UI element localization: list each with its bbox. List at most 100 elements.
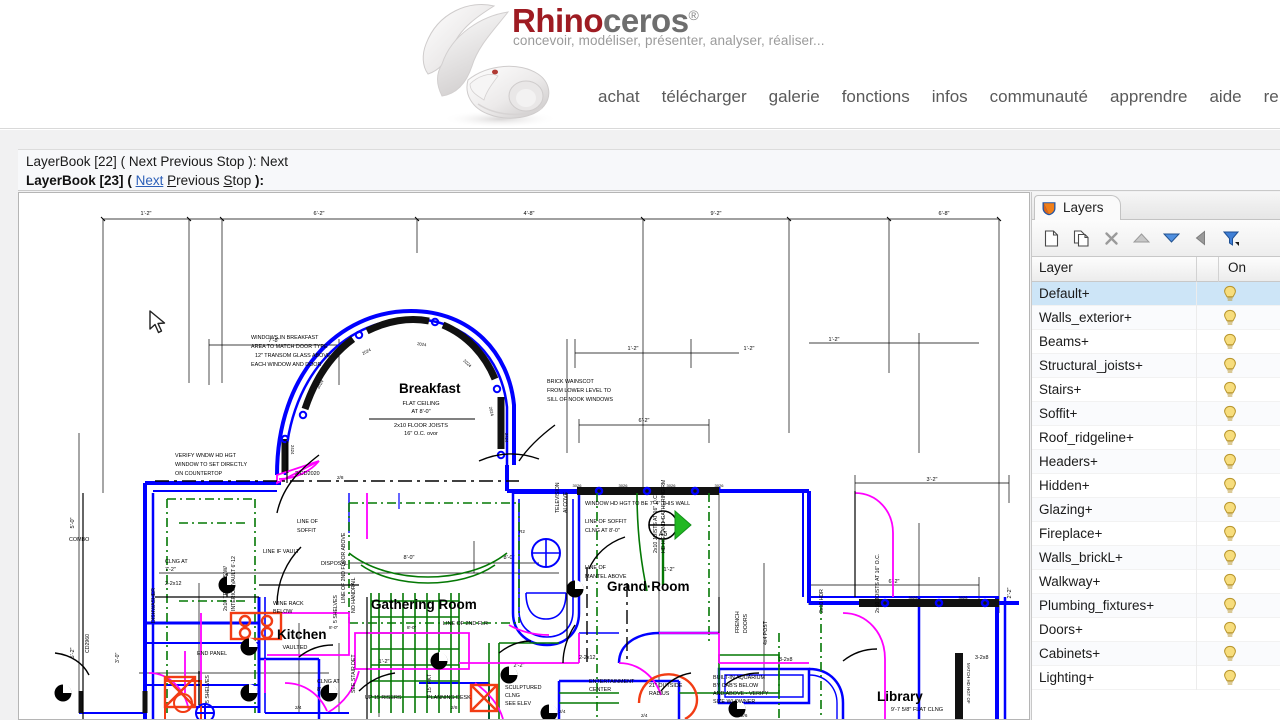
- lightbulb-icon[interactable]: [1222, 333, 1238, 351]
- layer-row-beams[interactable]: Beams+: [1032, 330, 1280, 354]
- room-label-breakfast: Breakfast: [399, 381, 461, 396]
- row-divider: [1196, 594, 1197, 618]
- svg-text:2'-2": 2'-2": [514, 663, 525, 669]
- svg-text:1'-2": 1'-2": [664, 567, 675, 573]
- lightbulb-icon[interactable]: [1222, 381, 1238, 399]
- lightbulb-icon[interactable]: [1222, 645, 1238, 663]
- layer-row-default[interactable]: Default+: [1032, 282, 1280, 306]
- prompt-option-next[interactable]: Next: [136, 173, 164, 188]
- row-divider: [1196, 474, 1197, 498]
- layer-row-walls-brickl[interactable]: Walls_brickL+: [1032, 546, 1280, 570]
- column-divider-2: [1218, 257, 1219, 282]
- svg-text:1'-2": 1'-2": [744, 346, 755, 352]
- prompt-option-previous[interactable]: Previous: [167, 173, 220, 188]
- nav-apprendre[interactable]: apprendre: [1110, 84, 1188, 110]
- new-layer-icon[interactable]: [1040, 226, 1062, 250]
- delete-layer-icon[interactable]: [1100, 226, 1122, 250]
- move-down-icon[interactable]: [1160, 226, 1182, 250]
- prompt-option-stop[interactable]: Stop: [223, 173, 251, 188]
- layer-row-walls-exterior[interactable]: Walls_exterior+: [1032, 306, 1280, 330]
- svg-text:2-2x12: 2-2x12: [165, 581, 181, 587]
- svg-text:2/6: 2/6: [741, 713, 748, 718]
- layer-name: Plumbing_fixtures+: [1039, 598, 1155, 613]
- command-area[interactable]: LayerBook [22] ( Next Previous Stop ): N…: [18, 149, 1280, 191]
- layer-row-cabinets[interactable]: Cabinets+: [1032, 642, 1280, 666]
- site-navigation: achat télécharger galerie fonctions info…: [598, 84, 1279, 110]
- svg-text:6'-2": 6'-2": [889, 579, 900, 585]
- layer-row-glazing[interactable]: Glazing+: [1032, 498, 1280, 522]
- svg-text:2-CD2020: 2-CD2020: [295, 471, 320, 477]
- row-divider: [1196, 546, 1197, 570]
- svg-text:BRICK WAINSCOT: BRICK WAINSCOT: [547, 379, 595, 385]
- layer-row-hidden[interactable]: Hidden+: [1032, 474, 1280, 498]
- row-divider: [1196, 666, 1197, 690]
- lightbulb-icon[interactable]: [1222, 477, 1238, 495]
- tab-layers[interactable]: Layers: [1034, 195, 1121, 220]
- svg-text:3026: 3026: [909, 595, 919, 600]
- svg-text:3026: 3026: [573, 483, 583, 488]
- lightbulb-icon[interactable]: [1222, 525, 1238, 543]
- layer-name: Walls_brickL+: [1039, 550, 1123, 565]
- filter-icon[interactable]: [1220, 226, 1242, 250]
- lightbulb-icon[interactable]: [1222, 309, 1238, 327]
- column-header-layer: Layer: [1039, 260, 1073, 275]
- lightbulb-icon[interactable]: [1222, 285, 1238, 303]
- copy-layer-icon[interactable]: [1070, 226, 1092, 250]
- svg-text:4'-8": 4'-8": [524, 211, 535, 217]
- panel-tab-strip: Layers: [1032, 192, 1280, 220]
- layer-row-doors[interactable]: Doors+: [1032, 618, 1280, 642]
- layer-row-roof-ridgeline[interactable]: Roof_ridgeline+: [1032, 426, 1280, 450]
- lightbulb-icon[interactable]: [1222, 549, 1238, 567]
- svg-text:1'-2": 1'-2": [829, 337, 840, 343]
- move-left-icon[interactable]: [1190, 226, 1212, 250]
- row-divider: [1196, 522, 1197, 546]
- prompt-paren-close: ):: [254, 173, 264, 188]
- lightbulb-icon[interactable]: [1222, 429, 1238, 447]
- lightbulb-icon[interactable]: [1222, 357, 1238, 375]
- lightbulb-icon[interactable]: [1222, 573, 1238, 591]
- rhino-viewport[interactable]: 1'-2" 6'-2" 4'-8" 9'-2" 6'-8" 7'-8" 1'-2…: [18, 192, 1030, 720]
- nav-telecharger[interactable]: télécharger: [662, 84, 747, 110]
- nav-fonctions[interactable]: fonctions: [842, 84, 910, 110]
- nav-communaute[interactable]: communauté: [990, 84, 1088, 110]
- layer-name: Structural_joists+: [1039, 358, 1143, 373]
- svg-text:2x10 JOISTS AT 16" O.C.: 2x10 JOISTS AT 16" O.C.: [875, 554, 881, 613]
- layer-row-lighting[interactable]: Lighting+: [1032, 666, 1280, 690]
- layer-row-stairs[interactable]: Stairs+: [1032, 378, 1280, 402]
- svg-text:3'-2": 3'-2": [927, 477, 938, 483]
- layer-row-soffit[interactable]: Soffit+: [1032, 402, 1280, 426]
- layer-row-headers[interactable]: Headers+: [1032, 450, 1280, 474]
- layer-row-structural-joists[interactable]: Structural_joists+: [1032, 354, 1280, 378]
- nav-galerie[interactable]: galerie: [769, 84, 820, 110]
- nav-aide[interactable]: aide: [1209, 84, 1241, 110]
- nav-recherche[interactable]: re: [1264, 84, 1279, 110]
- svg-text:3-2x8: 3-2x8: [779, 657, 793, 663]
- layers-toolbar: [1032, 220, 1280, 257]
- layer-row-plumbing-fixtures[interactable]: Plumbing_fixtures+: [1032, 594, 1280, 618]
- lightbulb-icon[interactable]: [1222, 501, 1238, 519]
- svg-text:BY CAB'S BELOW: BY CAB'S BELOW: [713, 683, 759, 689]
- lightbulb-icon[interactable]: [1222, 669, 1238, 687]
- right-dock-panel: Layers Layer On Default+ Walls_exterior+…: [1031, 192, 1280, 720]
- lightbulb-icon[interactable]: [1222, 453, 1238, 471]
- move-up-icon[interactable]: [1130, 226, 1152, 250]
- tab-layers-label: Layers: [1063, 200, 1104, 216]
- svg-text:LINE OF 2ND FLR: LINE OF 2ND FLR: [443, 621, 488, 627]
- lightbulb-icon[interactable]: [1222, 405, 1238, 423]
- nav-achat[interactable]: achat: [598, 84, 640, 110]
- svg-text:21" OUTSIDE: 21" OUTSIDE: [649, 683, 683, 689]
- layer-list[interactable]: Default+ Walls_exterior+ Beams+ Structur…: [1032, 282, 1280, 720]
- nav-infos[interactable]: infos: [932, 84, 968, 110]
- svg-text:ALCOVE: ALCOVE: [563, 491, 569, 513]
- svg-text:SILL OF NOOK WINDOWS: SILL OF NOOK WINDOWS: [547, 397, 613, 403]
- lightbulb-icon[interactable]: [1222, 621, 1238, 639]
- svg-text:8'-0": 8'-0": [404, 555, 415, 561]
- lightbulb-icon[interactable]: [1222, 597, 1238, 615]
- site-header: Rhinoceros® concevoir, modéliser, présen…: [0, 0, 1280, 129]
- svg-text:1'-2": 1'-2": [628, 346, 639, 352]
- svg-text:END PANEL: END PANEL: [197, 651, 227, 657]
- layer-row-walkway[interactable]: Walkway+: [1032, 570, 1280, 594]
- layer-row-fireplace[interactable]: Fireplace+: [1032, 522, 1280, 546]
- prompt-option-previous-rest: revious: [176, 173, 220, 188]
- svg-text:1'-2": 1'-2": [379, 659, 390, 665]
